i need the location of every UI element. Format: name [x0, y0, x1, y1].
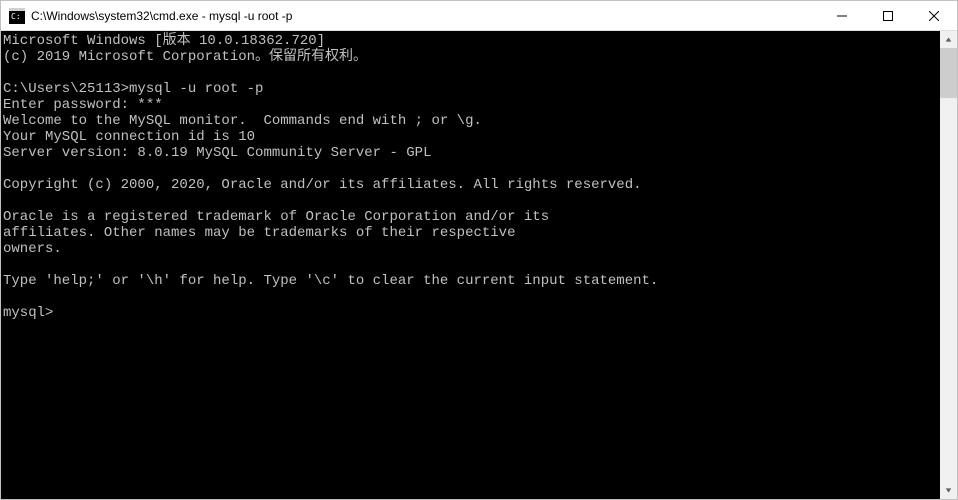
window-title: C:\Windows\system32\cmd.exe - mysql -u r…: [31, 9, 819, 23]
terminal-line: Welcome to the MySQL monitor. Commands e…: [3, 113, 940, 129]
terminal-line: owners.: [3, 241, 940, 257]
terminal-line: Enter password: ***: [3, 97, 940, 113]
scrollbar-up-button[interactable]: [940, 31, 957, 48]
terminal-line: Type 'help;' or '\h' for help. Type '\c'…: [3, 273, 940, 289]
terminal-line: [3, 65, 940, 81]
terminal-line: [3, 289, 940, 305]
terminal-line: (c) 2019 Microsoft Corporation。保留所有权利。: [3, 49, 940, 65]
close-button[interactable]: [911, 1, 957, 30]
terminal-line: Your MySQL connection id is 10: [3, 129, 940, 145]
scrollbar-down-button[interactable]: [940, 482, 957, 499]
scrollbar-thumb[interactable]: [940, 48, 957, 98]
window-controls: [819, 1, 957, 30]
terminal-output[interactable]: Microsoft Windows [版本 10.0.18362.720](c)…: [1, 31, 940, 499]
terminal-line: Microsoft Windows [版本 10.0.18362.720]: [3, 33, 940, 49]
terminal-line: [3, 161, 940, 177]
terminal-line: Oracle is a registered trademark of Orac…: [3, 209, 940, 225]
terminal-line: affiliates. Other names may be trademark…: [3, 225, 940, 241]
terminal-line: Server version: 8.0.19 MySQL Community S…: [3, 145, 940, 161]
terminal-line: Copyright (c) 2000, 2020, Oracle and/or …: [3, 177, 940, 193]
terminal-line: mysql>: [3, 305, 940, 321]
svg-text:C:: C:: [11, 12, 21, 21]
scrollbar-track[interactable]: [940, 48, 957, 482]
terminal-line: [3, 193, 940, 209]
maximize-button[interactable]: [865, 1, 911, 30]
minimize-button[interactable]: [819, 1, 865, 30]
terminal-area: Microsoft Windows [版本 10.0.18362.720](c)…: [1, 31, 957, 499]
window-titlebar: C: C:\Windows\system32\cmd.exe - mysql -…: [1, 1, 957, 31]
terminal-line: C:\Users\25113>mysql -u root -p: [3, 81, 940, 97]
cmd-icon: C:: [9, 8, 25, 24]
vertical-scrollbar[interactable]: [940, 31, 957, 499]
terminal-line: [3, 257, 940, 273]
